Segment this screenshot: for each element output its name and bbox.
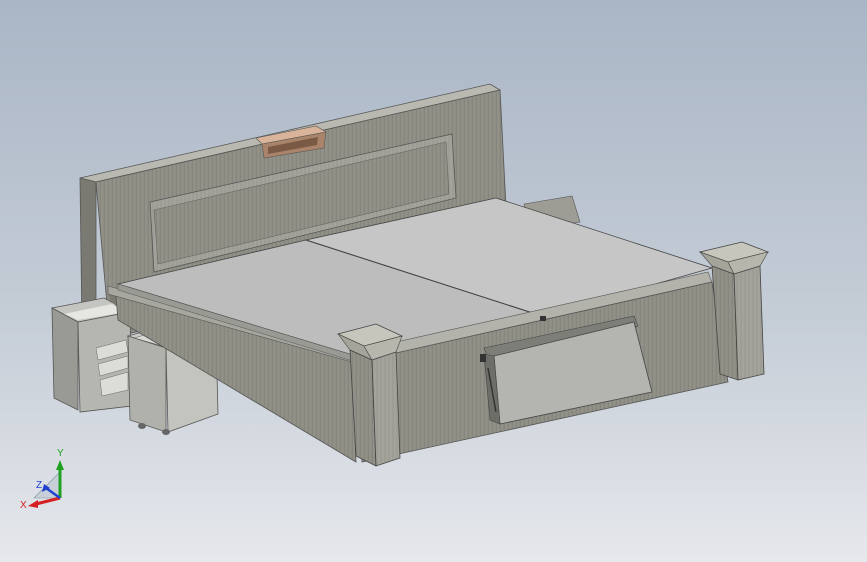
z-axis-label: Z — [36, 480, 42, 491]
x-axis-label: X — [20, 500, 27, 511]
mattress-clip — [540, 316, 546, 321]
bed-3d-model[interactable] — [0, 0, 867, 562]
coordinate-triad: Y X Z — [20, 448, 64, 511]
x-axis-line — [35, 496, 61, 506]
graphics-viewport[interactable]: Y X Z — [0, 0, 867, 562]
hinge-handle — [480, 354, 486, 362]
y-axis-arrow-icon — [56, 460, 64, 470]
x-axis-arrow-icon — [28, 500, 38, 508]
y-axis-label: Y — [57, 448, 64, 459]
